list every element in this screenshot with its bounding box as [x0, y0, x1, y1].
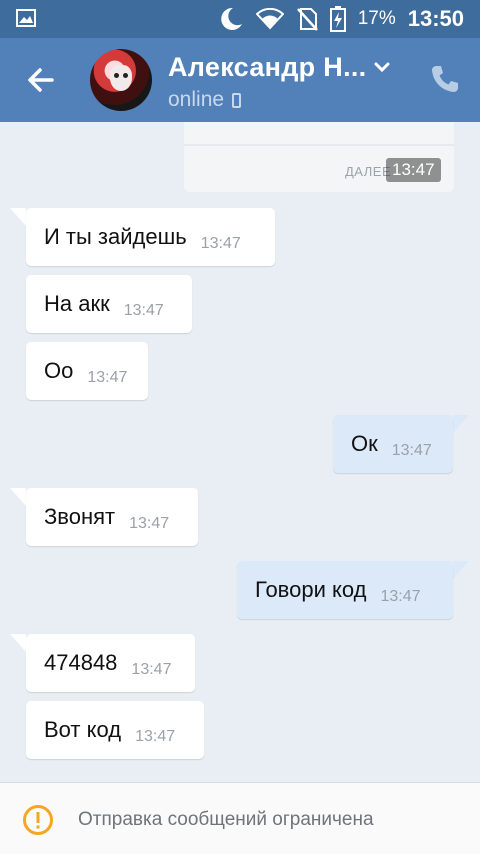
composer-restricted-bar: Отправка сообщений ограничена — [0, 782, 480, 854]
bubble-tail — [453, 561, 469, 579]
message-time: 13:47 — [135, 728, 176, 745]
battery-charging-icon — [329, 6, 346, 32]
message-time: 13:47 — [380, 588, 421, 605]
message-time: 13:47 — [200, 235, 241, 252]
avatar[interactable] — [90, 49, 152, 111]
restriction-message: Отправка сообщений ограничена — [78, 809, 374, 830]
message-bubble-incoming[interactable]: Звонят 13:47 — [26, 488, 198, 546]
message-bubble-incoming[interactable]: 474848 13:47 — [26, 634, 195, 692]
message-text: Оо — [44, 358, 74, 383]
chevron-down-icon[interactable] — [372, 60, 392, 74]
status-text: online — [168, 88, 225, 111]
no-sim-icon — [296, 8, 318, 31]
bubble-tail — [10, 634, 26, 652]
message-text: На акк — [44, 291, 110, 316]
battery-percent: 17% — [357, 8, 396, 29]
back-arrow-icon[interactable] — [22, 60, 62, 100]
status-bar: 17% 13:50 — [0, 0, 480, 38]
message-bubble-incoming[interactable]: На акк 13:47 — [26, 275, 192, 333]
message-bubble-incoming[interactable]: Вот код 13:47 — [26, 701, 204, 759]
message-time: 13:47 — [386, 158, 441, 182]
message-time: 13:47 — [87, 369, 128, 386]
moon-icon — [220, 7, 242, 30]
bubble-tail — [10, 208, 26, 226]
message-text: Звонят — [44, 504, 116, 529]
message-bubble-outgoing[interactable]: Говори код 13:47 — [237, 561, 453, 619]
message-time: 13:47 — [129, 515, 170, 532]
phone-icon[interactable] — [428, 62, 462, 96]
message-list[interactable]: ДАЛЕЕ 13:47 И ты зайдешь 13:47 На акк 13… — [0, 122, 480, 782]
message-text: Говори код — [255, 577, 367, 602]
bubble-tail — [10, 488, 26, 506]
mobile-device-icon — [232, 92, 242, 108]
message-text: Вот код — [44, 717, 122, 742]
contact-name[interactable]: Александр Н... — [168, 52, 366, 83]
more-link[interactable]: ДАЛЕЕ — [345, 164, 391, 179]
contact-status: online — [168, 88, 242, 112]
message-bubble-outgoing[interactable]: Ок 13:47 — [333, 415, 453, 473]
message-text: Ок — [351, 431, 378, 456]
clock: 13:50 — [407, 6, 464, 31]
message-text: 474848 — [44, 650, 118, 675]
message-time: 13:47 — [123, 302, 164, 319]
wifi-icon — [255, 8, 284, 30]
warning-icon — [23, 805, 53, 835]
message-time: 13:47 — [391, 442, 432, 459]
gallery-icon — [16, 9, 36, 27]
message-text: И ты зайдешь — [44, 224, 187, 249]
chat-header: Александр Н... online — [0, 38, 480, 122]
forwarded-message-card[interactable]: ДАЛЕЕ 13:47 — [184, 122, 454, 192]
message-bubble-incoming[interactable]: Оо 13:47 — [26, 342, 148, 400]
message-time: 13:47 — [131, 661, 172, 678]
message-bubble-incoming[interactable]: И ты зайдешь 13:47 — [26, 208, 275, 266]
bubble-tail — [453, 415, 469, 433]
